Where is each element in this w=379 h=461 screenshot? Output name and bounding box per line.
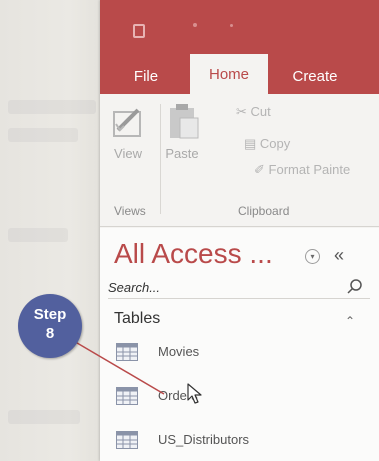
paste-icon — [170, 104, 199, 139]
views-group-label: Views — [114, 204, 146, 218]
shutter-bar-collapse-icon[interactable]: « — [334, 245, 344, 266]
copy-button[interactable]: ▤ Copy — [244, 136, 290, 152]
scissors-icon: ✂ — [236, 104, 247, 119]
save-icon[interactable] — [133, 24, 145, 38]
ribbon: View Paste ✂ Cut ▤ Copy ✐ Format Painte … — [100, 94, 379, 227]
brush-icon: ✐ — [254, 162, 265, 177]
list-item-label: US_Distributors — [158, 432, 250, 447]
list-item[interactable]: Orders — [116, 384, 356, 410]
nav-menu-chevron-icon[interactable]: ▾ — [305, 249, 320, 264]
table-icon — [116, 431, 138, 449]
clipboard-group-label: Clipboard — [238, 204, 290, 218]
access-window: File Home Create View Paste ✂ Cut ▤ Copy… — [100, 0, 379, 461]
copy-label: Copy — [259, 136, 291, 151]
search-icon[interactable] — [346, 278, 364, 296]
view-label: View — [114, 146, 142, 161]
redo-icon[interactable] — [230, 24, 233, 27]
list-item[interactable]: Movies — [116, 340, 356, 366]
table-icon — [116, 343, 138, 361]
list-item-label: Movies — [158, 344, 200, 359]
faded-print — [8, 128, 78, 142]
list-item[interactable]: US_Distributors — [116, 428, 356, 454]
view-button[interactable]: View — [106, 106, 150, 186]
faded-print — [8, 410, 80, 424]
faded-print — [8, 100, 96, 114]
section-header-tables[interactable]: Tables — [114, 310, 160, 328]
tab-file[interactable]: File — [118, 60, 174, 94]
format-painter-label: Format Painte — [268, 162, 351, 177]
step-callout-number: 8 — [45, 325, 55, 342]
group-divider — [160, 104, 161, 214]
search-input[interactable] — [108, 276, 328, 298]
title-bar — [100, 0, 379, 60]
format-painter-button[interactable]: ✐ Format Painte — [254, 162, 350, 178]
faded-print — [8, 228, 68, 242]
undo-icon[interactable] — [193, 23, 197, 27]
nav-pane-title[interactable]: All Access ... — [114, 238, 273, 270]
step-callout-badge: Step 8 — [18, 294, 82, 358]
book-page-margin — [0, 0, 100, 461]
section-collapse-icon[interactable]: ⌃ — [345, 314, 355, 328]
paste-label: Paste — [165, 146, 199, 161]
table-icon — [116, 387, 138, 405]
tab-create[interactable]: Create — [280, 60, 350, 94]
view-icon — [113, 108, 141, 137]
mouse-pointer-icon — [187, 383, 202, 404]
tab-home[interactable]: Home — [190, 54, 268, 94]
paste-button[interactable]: Paste — [156, 102, 208, 186]
step-callout-label: Step — [33, 306, 67, 323]
cut-label: Cut — [250, 104, 271, 119]
search-box — [108, 276, 370, 299]
cut-button[interactable]: ✂ Cut — [236, 104, 271, 120]
copy-icon: ▤ — [244, 136, 257, 151]
